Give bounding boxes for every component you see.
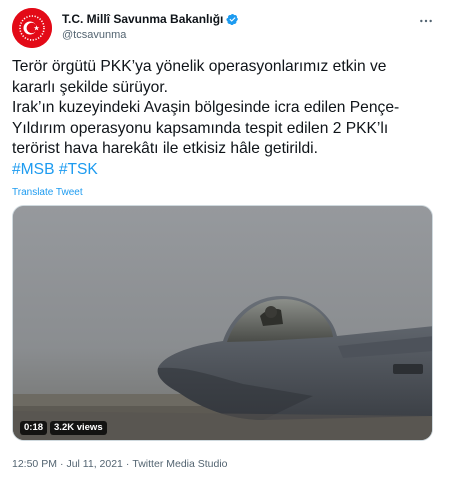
tweet-line: Yıldırım operasyonu kapsamında tespit ed… (12, 119, 389, 137)
tweet-source[interactable]: Twitter Media Studio (132, 458, 227, 470)
avatar[interactable] (12, 8, 52, 48)
video-player[interactable]: 0:18 3.2K views (12, 205, 433, 441)
fighter-jet-video-thumbnail (13, 206, 432, 440)
tweet-header: T.C. Millî Savunma Bakanlığı @tcsavunma (12, 8, 437, 48)
verified-badge-icon (226, 13, 239, 26)
turkish-flag-star-crescent-icon (12, 8, 52, 48)
tweet[interactable]: T.C. Millî Savunma Bakanlığı @tcsavunma … (0, 0, 449, 493)
video-duration: 0:18 (20, 421, 48, 435)
tweet-meta: 12:50 PM · Jul 11, 2021 · Twitter Media … (12, 458, 228, 470)
video-views: 3.2K views (50, 421, 107, 435)
tweet-time[interactable]: 12:50 PM (12, 458, 57, 470)
hashtag-line: #MSB #TSK (12, 160, 437, 181)
tweet-line: terörist hava harekâtı ile etkisiz hâle … (12, 140, 318, 157)
video-badges: 0:18 3.2K views (20, 421, 107, 435)
handle[interactable]: @tcsavunma (62, 29, 126, 41)
hashtag-msb[interactable]: #MSB (12, 161, 54, 178)
name-row[interactable]: T.C. Millî Savunma Bakanlığı (62, 11, 239, 27)
tweet-line: Irak’ın kuzeyindeki Avaşin bölgesinde ic… (12, 99, 400, 116)
more-options-icon[interactable] (417, 12, 435, 30)
tweet-line: Terör örgütü PKK’ya yönelik operasyonlar… (12, 58, 387, 75)
tweet-line: kararlı şekilde sürüyor. (12, 78, 168, 96)
tweet-text: Terör örgütü PKK’ya yönelik operasyonlar… (12, 57, 437, 180)
display-name[interactable]: T.C. Millî Savunma Bakanlığı (62, 12, 223, 26)
translate-tweet-link[interactable]: Translate Tweet (12, 187, 83, 198)
meta-separator: · (59, 458, 64, 470)
hashtag-tsk[interactable]: #TSK (59, 161, 98, 178)
meta-separator: · (125, 458, 130, 470)
tweet-date[interactable]: Jul 11, 2021 (66, 458, 122, 470)
